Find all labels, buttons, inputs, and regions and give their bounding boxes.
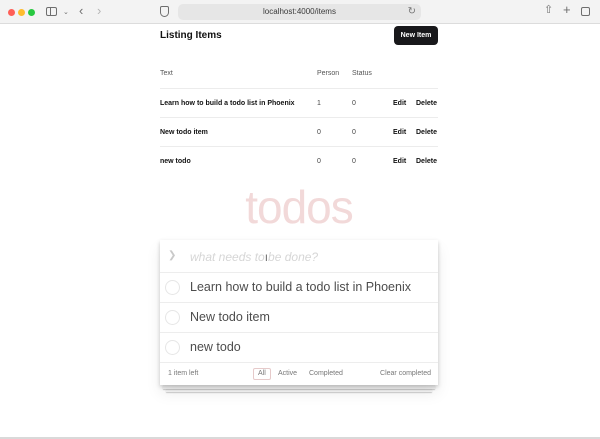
todo-item[interactable]: new todo: [160, 333, 438, 363]
row-status: 0: [352, 129, 356, 136]
todo-toggle-checkbox[interactable]: [165, 340, 180, 355]
todos-title: todos: [245, 181, 354, 233]
delete-link[interactable]: Delete: [416, 129, 437, 136]
row-person: 0: [317, 158, 321, 165]
new-todo-row: ❯ I: [160, 240, 438, 273]
table-row[interactable]: New todo item 0 0 Edit Delete: [160, 117, 438, 146]
todo-toggle-checkbox[interactable]: [165, 280, 180, 295]
address-bar[interactable]: localhost:4000/items ↻: [178, 4, 421, 20]
todo-label: new todo: [190, 340, 241, 354]
column-header-person: Person: [317, 70, 340, 77]
forward-icon[interactable]: ›: [97, 4, 101, 17]
toggle-all-icon[interactable]: ❯: [168, 250, 176, 261]
filter-active[interactable]: Active: [273, 368, 302, 380]
table-row[interactable]: new todo 0 0 Edit Delete: [160, 146, 438, 175]
row-text: New todo item: [160, 129, 208, 136]
reload-icon[interactable]: ↻: [408, 6, 416, 17]
todo-label: New todo item: [190, 310, 270, 324]
items-left-count: 1 item left: [168, 370, 199, 377]
column-header-status: Status: [352, 70, 372, 77]
sidebar-toggle-icon[interactable]: [46, 7, 57, 16]
row-status: 0: [352, 100, 356, 107]
filter-completed[interactable]: Completed: [304, 368, 348, 380]
todo-item[interactable]: New todo item: [160, 303, 438, 333]
browser-toolbar: ⌄ ‹ › localhost:4000/items ↻ ⇧ +: [0, 0, 600, 24]
new-todo-input[interactable]: [190, 246, 430, 268]
edit-link[interactable]: Edit: [393, 100, 406, 107]
url-text: localhost:4000/items: [263, 7, 336, 16]
text-cursor-icon: I: [265, 254, 268, 264]
todo-label: Learn how to build a todo list in Phoeni…: [190, 280, 411, 294]
edit-link[interactable]: Edit: [393, 158, 406, 165]
edit-link[interactable]: Edit: [393, 129, 406, 136]
row-status: 0: [352, 158, 356, 165]
delete-link[interactable]: Delete: [416, 158, 437, 165]
back-icon[interactable]: ‹: [79, 4, 83, 17]
close-window-button[interactable]: [8, 9, 15, 16]
new-item-button[interactable]: New Item: [394, 26, 438, 45]
page-title: Listing Items: [160, 30, 222, 41]
stack-shadow: [166, 389, 432, 392]
filter-all[interactable]: All: [253, 368, 271, 380]
todo-toggle-checkbox[interactable]: [165, 310, 180, 325]
row-person: 0: [317, 129, 321, 136]
row-person: 1: [317, 100, 321, 107]
tab-overview-icon[interactable]: [581, 7, 590, 16]
row-text: Learn how to build a todo list in Phoeni…: [160, 100, 295, 107]
clear-completed-button[interactable]: Clear completed: [380, 370, 431, 377]
row-text: new todo: [160, 158, 191, 165]
todo-app: ❯ I Learn how to build a todo list in Ph…: [160, 240, 438, 385]
table-row[interactable]: Learn how to build a todo list in Phoeni…: [160, 88, 438, 117]
share-icon[interactable]: ⇧: [544, 5, 553, 16]
chevron-down-icon[interactable]: ⌄: [63, 7, 69, 18]
todo-footer: 1 item left All Active Completed Clear c…: [160, 364, 438, 385]
new-tab-icon[interactable]: +: [563, 3, 571, 16]
minimize-window-button[interactable]: [18, 9, 25, 16]
todo-item[interactable]: Learn how to build a todo list in Phoeni…: [160, 273, 438, 303]
browser-window: ⌄ ‹ › localhost:4000/items ↻ ⇧ + Listing…: [0, 0, 600, 439]
zoom-window-button[interactable]: [28, 9, 35, 16]
delete-link[interactable]: Delete: [416, 100, 437, 107]
privacy-shield-icon[interactable]: [160, 6, 169, 17]
column-header-text: Text: [160, 70, 173, 77]
stack-shadow: [163, 385, 435, 389]
